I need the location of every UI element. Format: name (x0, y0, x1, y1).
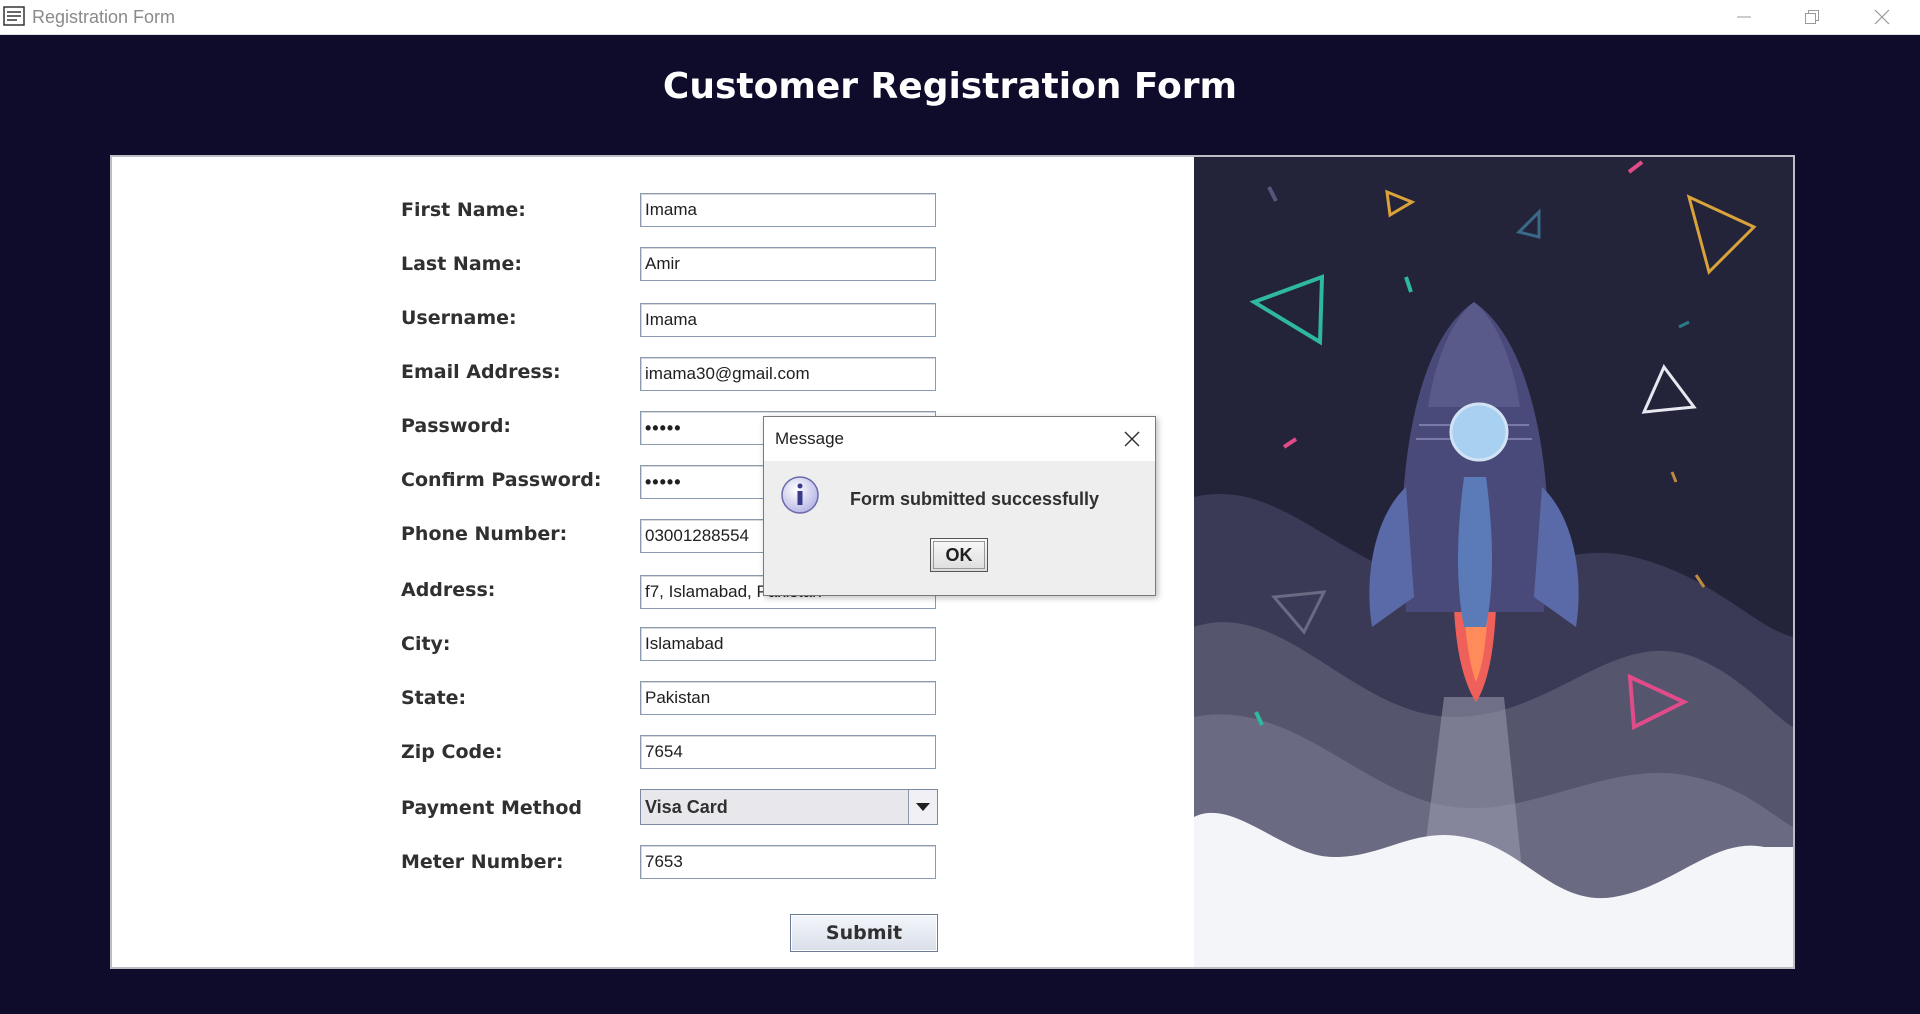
state-label: State: (401, 687, 467, 709)
password-label: Password: (401, 415, 512, 437)
meter-number-label: Meter Number: (401, 851, 564, 873)
payment-method-label: Payment Method (401, 797, 583, 819)
payment-method-select[interactable]: Visa Card (640, 789, 938, 825)
window-title: Registration Form (32, 7, 176, 27)
zip-code-input[interactable]: 7654 (640, 735, 936, 769)
email-input[interactable]: imama30@gmail.com (640, 357, 936, 391)
dialog-titlebar: Message (764, 417, 1155, 461)
message-dialog: Message Form submitted successfully OK (763, 416, 1156, 596)
username-input[interactable]: Imama (640, 303, 936, 337)
dropdown-arrow-button[interactable] (908, 790, 937, 824)
minimize-button[interactable] (1716, 0, 1772, 34)
close-icon (1124, 431, 1140, 447)
payment-method-value: Visa Card (645, 797, 728, 817)
dialog-close-button[interactable] (1120, 427, 1144, 451)
first-name-label: First Name: (401, 199, 526, 221)
ok-button[interactable]: OK (930, 538, 988, 572)
restore-button[interactable] (1784, 0, 1840, 34)
address-label: Address: (401, 579, 496, 601)
dialog-message: Form submitted successfully (850, 489, 1100, 509)
confirm-password-label: Confirm Password: (401, 469, 602, 491)
phone-number-label: Phone Number: (401, 523, 568, 545)
dialog-title: Message (775, 429, 844, 448)
first-name-input[interactable]: Imama (640, 193, 936, 227)
restore-icon (1805, 10, 1819, 24)
username-label: Username: (401, 307, 517, 329)
close-icon (1874, 9, 1890, 25)
zip-code-label: Zip Code: (401, 741, 503, 763)
city-input[interactable]: Islamabad (640, 627, 936, 661)
chevron-down-icon (916, 803, 930, 811)
meter-number-input[interactable]: 7653 (640, 845, 936, 879)
info-icon (781, 476, 819, 514)
city-label: City: (401, 633, 451, 655)
email-label: Email Address: (401, 361, 561, 383)
minimize-icon (1737, 16, 1751, 18)
last-name-input[interactable]: Amir (640, 247, 936, 281)
state-input[interactable]: Pakistan (640, 681, 936, 715)
window-titlebar: Registration Form (0, 0, 1920, 35)
rocket-illustration (1194, 157, 1793, 967)
last-name-label: Last Name: (401, 253, 522, 275)
page-title: Customer Registration Form (662, 66, 1238, 107)
java-app-icon (3, 6, 25, 26)
submit-button[interactable]: Submit (790, 914, 938, 952)
close-button[interactable] (1854, 0, 1910, 34)
